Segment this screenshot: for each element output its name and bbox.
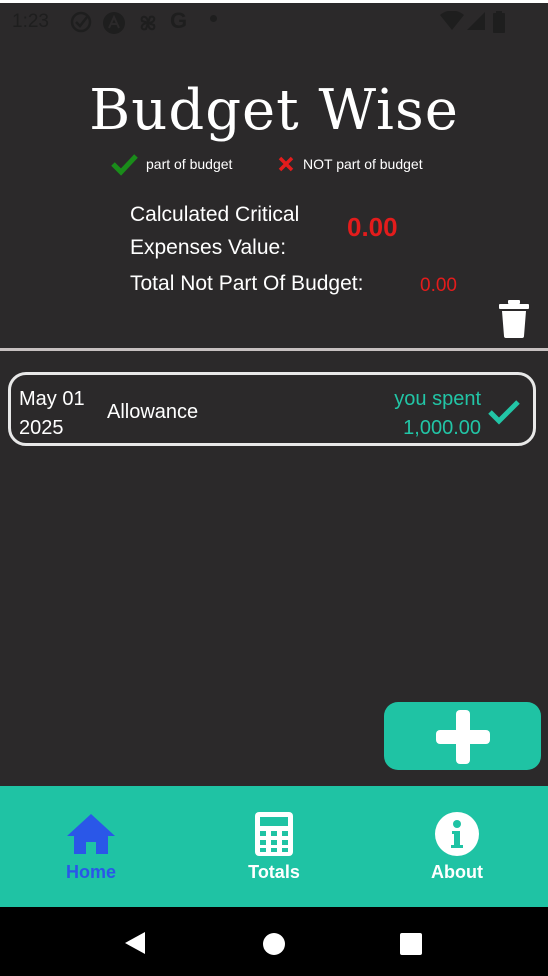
signal-icon bbox=[467, 12, 485, 30]
back-icon[interactable] bbox=[123, 931, 147, 955]
legend-not-part-label: NOT part of budget bbox=[303, 156, 423, 172]
pinwheel-icon bbox=[140, 15, 156, 31]
check-icon bbox=[488, 400, 520, 425]
nav-item-about[interactable]: About bbox=[382, 786, 532, 907]
red-x-icon bbox=[278, 156, 294, 172]
status-time: 1:23 bbox=[12, 11, 49, 32]
battery-icon bbox=[493, 11, 505, 33]
header-divider bbox=[0, 348, 548, 351]
notification-dot-icon bbox=[210, 15, 217, 22]
entry-date-day: May 01 bbox=[19, 388, 85, 410]
status-bar: 1:23 G bbox=[0, 3, 548, 41]
expense-entry[interactable]: May 01 2025 Allowance you spent 1,000.00 bbox=[8, 372, 536, 446]
not-part-of-budget-label: Total Not Part Of Budget: bbox=[130, 272, 364, 295]
entry-date: May 01 2025 bbox=[19, 385, 85, 443]
wifi-icon bbox=[440, 11, 464, 30]
legend-not-part-of-budget: NOT part of budget bbox=[278, 152, 458, 178]
nav-label-home: Home bbox=[65, 862, 116, 882]
plus-icon-bar bbox=[436, 730, 490, 744]
calculator-icon bbox=[255, 812, 293, 856]
home-icon bbox=[67, 814, 115, 854]
legend-part-label: part of budget bbox=[146, 156, 233, 172]
nav-item-home[interactable]: Home bbox=[16, 786, 166, 907]
system-nav-bar bbox=[0, 907, 548, 976]
nav-item-totals[interactable]: Totals bbox=[199, 786, 349, 907]
home-circle-icon[interactable] bbox=[262, 932, 286, 956]
legend-part-of-budget: part of budget bbox=[110, 152, 270, 178]
google-icon: G bbox=[170, 8, 188, 33]
app-title: Budget Wise bbox=[89, 78, 459, 143]
info-icon bbox=[435, 812, 479, 856]
add-expense-button[interactable] bbox=[384, 702, 541, 770]
recents-icon[interactable] bbox=[399, 932, 423, 956]
entry-amount: 1,000.00 bbox=[403, 417, 481, 439]
nav-label-totals: Totals bbox=[248, 862, 300, 882]
not-part-of-budget-value: 0.00 bbox=[420, 275, 457, 296]
nav-label-about: About bbox=[431, 862, 483, 882]
critical-expenses-value: 0.00 bbox=[347, 212, 398, 242]
entry-name: Allowance bbox=[107, 401, 199, 423]
app-a-icon bbox=[103, 12, 125, 34]
entry-date-year: 2025 bbox=[19, 417, 64, 439]
check-circle-icon bbox=[70, 11, 92, 33]
critical-label-line1: Calculated Critical bbox=[130, 203, 300, 226]
critical-expenses-label: Calculated Critical Expenses Value: bbox=[130, 198, 299, 264]
entry-spent: you spent 1,000.00 bbox=[394, 385, 481, 443]
bottom-nav: Home Totals About bbox=[0, 786, 548, 907]
trash-icon[interactable] bbox=[498, 300, 530, 338]
critical-label-line2: Expenses Value: bbox=[130, 236, 287, 259]
green-check-icon bbox=[111, 154, 138, 176]
entry-spent-label: you spent bbox=[394, 388, 481, 410]
